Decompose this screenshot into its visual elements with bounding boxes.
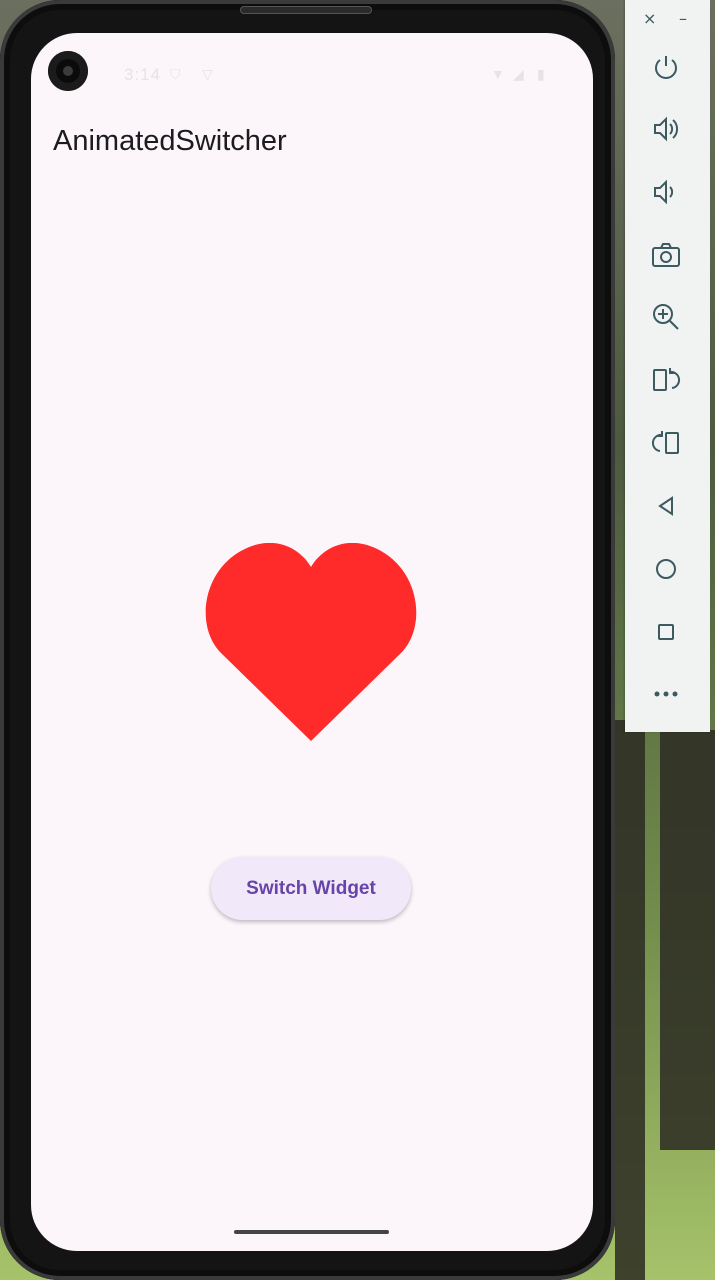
more-icon[interactable] xyxy=(646,674,686,714)
home-indicator[interactable] xyxy=(234,1230,389,1234)
phone-screen: 3:14 ⛉ ▽ ▼ ◢ ▮ AnimatedSwitcher Switch W… xyxy=(31,33,593,1251)
background-tree xyxy=(615,720,645,1280)
phone-frame: 3:14 ⛉ ▽ ▼ ◢ ▮ AnimatedSwitcher Switch W… xyxy=(0,0,615,1280)
volume-down-icon[interactable] xyxy=(646,172,686,212)
front-camera xyxy=(48,51,88,91)
wifi-icon: ▼ xyxy=(491,66,505,82)
background-tree xyxy=(660,730,715,1150)
switch-widget-button[interactable]: Switch Widget xyxy=(211,857,411,920)
camera-icon[interactable] xyxy=(646,235,686,275)
rotate-left-icon[interactable] xyxy=(646,360,686,400)
volume-up-icon[interactable] xyxy=(646,109,686,149)
notification-status-icon: ▽ xyxy=(202,66,213,82)
shield-status-icon: ⛉ xyxy=(170,66,181,82)
home-icon[interactable] xyxy=(646,549,686,589)
minimize-icon[interactable]: – xyxy=(679,9,687,28)
heart-icon xyxy=(205,543,417,741)
rotate-right-icon[interactable] xyxy=(646,423,686,463)
zoom-in-icon[interactable] xyxy=(646,297,686,337)
power-icon[interactable] xyxy=(646,47,686,87)
signal-icon: ◢ xyxy=(513,66,524,82)
status-time: 3:14 xyxy=(124,65,162,84)
battery-icon: ▮ xyxy=(537,66,545,82)
back-icon[interactable] xyxy=(646,486,686,526)
overview-icon[interactable] xyxy=(646,612,686,652)
close-icon[interactable]: × xyxy=(643,9,656,28)
emulator-toolbar: × – xyxy=(625,0,710,732)
phone-speaker xyxy=(240,6,372,14)
page-title: AnimatedSwitcher xyxy=(53,125,287,157)
